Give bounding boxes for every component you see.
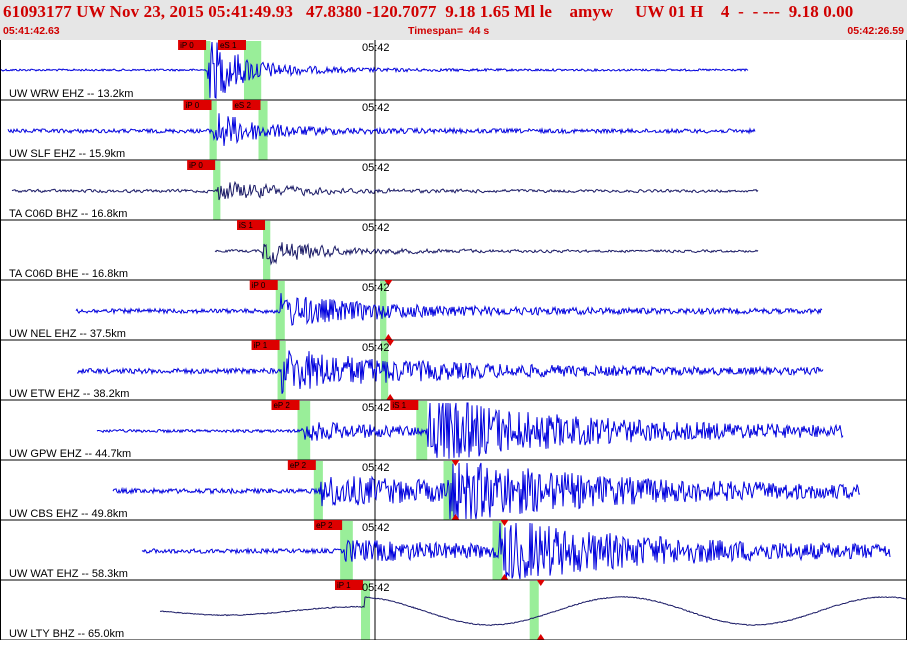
station-label: TA C06D BHE -- 16.8km <box>9 268 128 280</box>
trace-panel[interactable]: iP 0 05:42 UW NEL EHZ -- 37.5km <box>0 280 907 341</box>
station-label: UW LTY BHZ -- 65.0km <box>9 628 124 640</box>
trace-panel[interactable]: eP 2 iS 105:42 UW GPW EHZ -- 44.7km <box>0 400 907 461</box>
pick-label: iP 0 <box>186 101 200 110</box>
station-label: UW WRW EHZ -- 13.2km <box>9 88 133 100</box>
pick-label: iP 1 <box>254 341 268 350</box>
waveform <box>7 113 756 146</box>
waveform <box>11 180 759 201</box>
event-title: 61093177 UW Nov 23, 2015 05:41:49.93 47.… <box>3 2 854 21</box>
tick-label: 05:42 <box>362 462 390 474</box>
station-label: UW GPW EHZ -- 44.7km <box>9 448 131 460</box>
start-time: 05:41:42.63 <box>3 25 60 37</box>
pick-label: iS 1 <box>239 221 253 230</box>
timespan-label: Timespan= 44 s <box>408 25 490 37</box>
tick-label: 05:42 <box>362 582 390 594</box>
trace-panel[interactable]: iP 0 05:42 TA C06D BHZ -- 16.8km <box>0 160 907 221</box>
trace-panel[interactable]: iP 1 05:42 UW ETW EHZ -- 38.2km <box>0 340 907 401</box>
pick-label: eS 2 <box>234 101 251 110</box>
tick-label: 05:42 <box>362 402 390 414</box>
station-label: UW ETW EHZ -- 38.2km <box>9 388 129 400</box>
trace-panel[interactable]: iP 0 eS 1 05:42 UW WRW EHZ -- 13.2km <box>0 40 907 101</box>
trace-panels[interactable]: iP 0 eS 1 05:42 UW WRW EHZ -- 13.2km iP 0 eS … <box>0 40 907 641</box>
pick-label: iP 1 <box>337 581 351 590</box>
tick-label: 05:42 <box>362 342 390 354</box>
trace-panel[interactable]: eP 2 05:42 UW WAT EHZ -- 58.3km <box>0 520 907 581</box>
pick-label: eP 2 <box>273 401 290 410</box>
pick-label: iP 0 <box>180 41 194 50</box>
pick-label: eP 2 <box>290 461 307 470</box>
station-label: UW WAT EHZ -- 58.3km <box>9 568 128 580</box>
seismogram-stack: iP 0 eS 1 05:42 UW WRW EHZ -- 13.2km iP 0 eS … <box>0 40 907 641</box>
tick-label: 05:42 <box>362 42 390 54</box>
tick-label: 05:42 <box>362 102 390 114</box>
waveform <box>214 242 759 266</box>
waveform <box>112 462 861 520</box>
pick-window <box>529 581 539 640</box>
tick-label: 05:42 <box>362 522 390 534</box>
station-label: UW NEL EHZ -- 37.5km <box>9 328 126 340</box>
waveform <box>96 402 844 459</box>
pick-label: iP 0 <box>189 161 203 170</box>
tick-label: 05:42 <box>362 282 390 294</box>
station-label: UW CBS EHZ -- 49.8km <box>9 508 128 520</box>
trace-panel[interactable]: iS 1 05:42 TA C06D BHE -- 16.8km <box>0 220 907 281</box>
event-header: 61093177 UW Nov 23, 2015 05:41:49.93 47.… <box>0 0 907 40</box>
tick-label: 05:42 <box>362 222 390 234</box>
waveform <box>76 350 824 394</box>
waveform <box>75 293 823 326</box>
tick-label: 05:42 <box>362 162 390 174</box>
waveform <box>141 522 891 580</box>
pick-label: eP 2 <box>316 521 333 530</box>
trace-panel[interactable]: eP 2 05:42 UW CBS EHZ -- 49.8km <box>0 460 907 521</box>
station-label: UW SLF EHZ -- 15.9km <box>9 148 125 160</box>
station-label: TA C06D BHZ -- 16.8km <box>9 208 127 220</box>
pick-label: eS 1 <box>220 41 237 50</box>
trace-panel[interactable]: iP 0 eS 2 05:42 UW SLF EHZ -- 15.9km <box>0 100 907 161</box>
pick-label: iP 0 <box>252 281 266 290</box>
end-time: 05:42:26.59 <box>847 25 904 37</box>
pick-label: iS 1 <box>392 401 406 410</box>
trace-panel[interactable]: iP 1 05:42 UW LTY BHZ -- 65.0km <box>0 580 907 641</box>
